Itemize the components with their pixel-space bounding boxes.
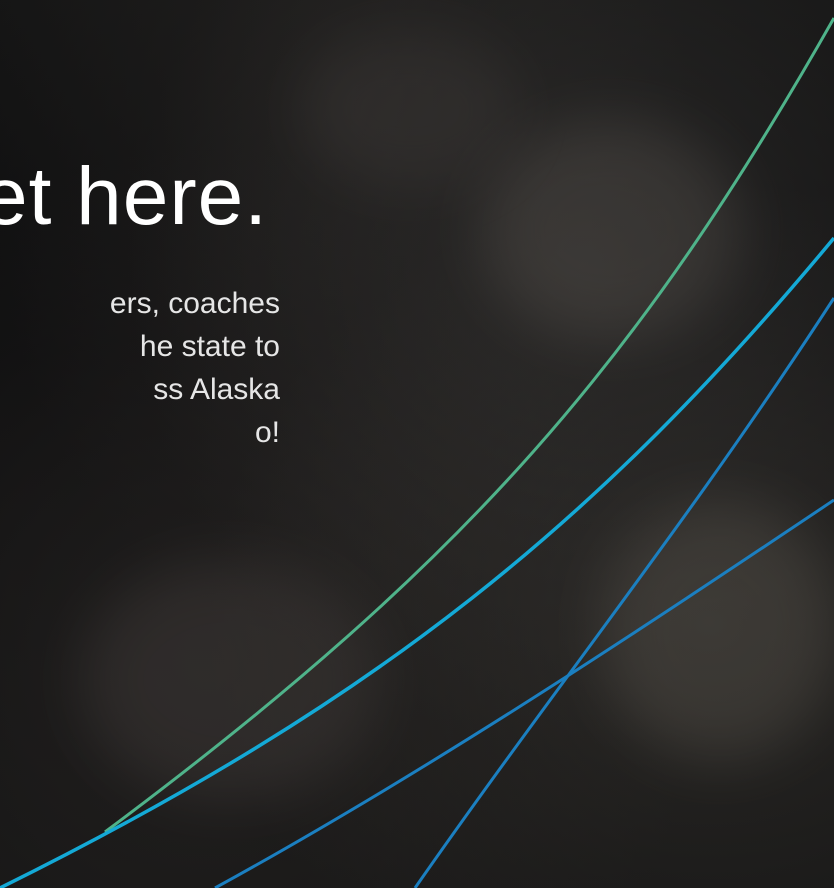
curve-cyan — [0, 236, 834, 888]
curve-blue-shallow — [214, 498, 834, 888]
curve-green — [104, 17, 834, 834]
hero-section: et here. ers, coaches he state to ss Ala… — [0, 0, 834, 888]
decorative-curves — [0, 17, 834, 888]
